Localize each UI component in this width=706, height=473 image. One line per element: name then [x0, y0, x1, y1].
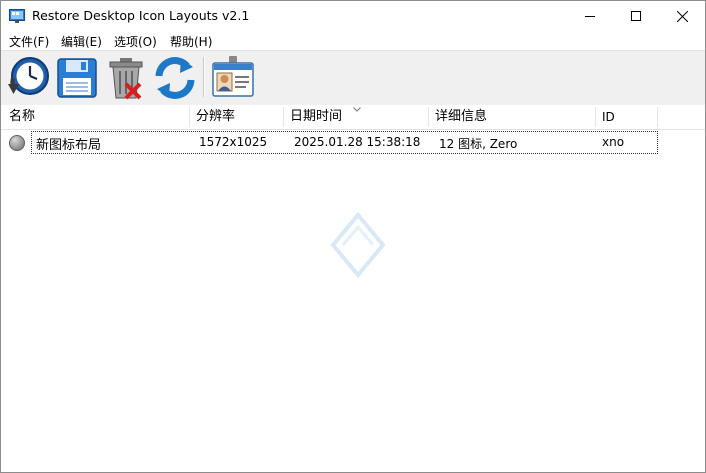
cell-datetime: 2025.01.28 15:38:18 — [294, 135, 421, 149]
column-header-id[interactable]: ID — [596, 105, 656, 129]
column-header-details[interactable]: 详细信息 — [429, 105, 595, 129]
delete-layout-button[interactable] — [102, 54, 150, 102]
delete-trash-icon — [109, 58, 143, 100]
menu-file[interactable]: 文件(F) — [8, 33, 50, 50]
layout-list[interactable]: 名称 分辨率 日期时间 详细信息 ID 新图标布局 1572x1025 2025… — [1, 105, 705, 472]
cell-name: 新图标布局 — [36, 138, 102, 153]
minimize-icon — [585, 16, 595, 17]
window-title: Restore Desktop Icon Layouts v2.1 — [32, 8, 250, 23]
app-icon — [9, 8, 25, 24]
toolbar — [1, 50, 705, 105]
title-bar[interactable]: Restore Desktop Icon Layouts v2.1 — [1, 1, 705, 31]
refresh-arrows-icon — [155, 57, 195, 99]
maximize-button[interactable] — [613, 1, 659, 31]
restore-clock-icon — [8, 57, 49, 95]
close-button[interactable] — [659, 1, 705, 31]
column-header-name[interactable]: 名称 — [3, 105, 189, 129]
list-header: 名称 分辨率 日期时间 详细信息 ID — [1, 105, 705, 130]
save-floppy-icon — [57, 58, 97, 98]
menu-bar: 文件(F) 编辑(E) 选项(O) 帮助(H) — [1, 32, 705, 50]
menu-help[interactable]: 帮助(H) — [169, 33, 213, 50]
sort-descending-icon — [353, 107, 361, 112]
menu-options[interactable]: 选项(O) — [113, 33, 158, 50]
save-layout-button[interactable] — [53, 54, 101, 102]
id-settings-button[interactable] — [209, 54, 257, 102]
status-dot-icon — [9, 135, 25, 151]
app-window: Restore Desktop Icon Layouts v2.1 文件(F) … — [0, 0, 706, 473]
refresh-button[interactable] — [151, 54, 199, 102]
cell-details: 12 图标, Zero — [439, 137, 518, 151]
menu-edit[interactable]: 编辑(E) — [60, 33, 103, 50]
table-row[interactable]: 新图标布局 1572x1025 2025.01.28 15:38:18 12 图… — [3, 131, 658, 155]
maximize-icon — [631, 11, 641, 21]
toolbar-separator — [203, 57, 205, 97]
column-header-resolution[interactable]: 分辨率 — [190, 105, 284, 129]
restore-layout-button[interactable] — [5, 54, 53, 102]
cell-resolution: 1572x1025 — [199, 135, 268, 149]
close-icon — [676, 10, 688, 22]
column-divider[interactable] — [657, 107, 658, 127]
minimize-button[interactable] — [567, 1, 613, 31]
cell-id: xno — [602, 135, 625, 149]
id-card-icon — [212, 56, 254, 97]
watermark-logo — [330, 211, 386, 279]
